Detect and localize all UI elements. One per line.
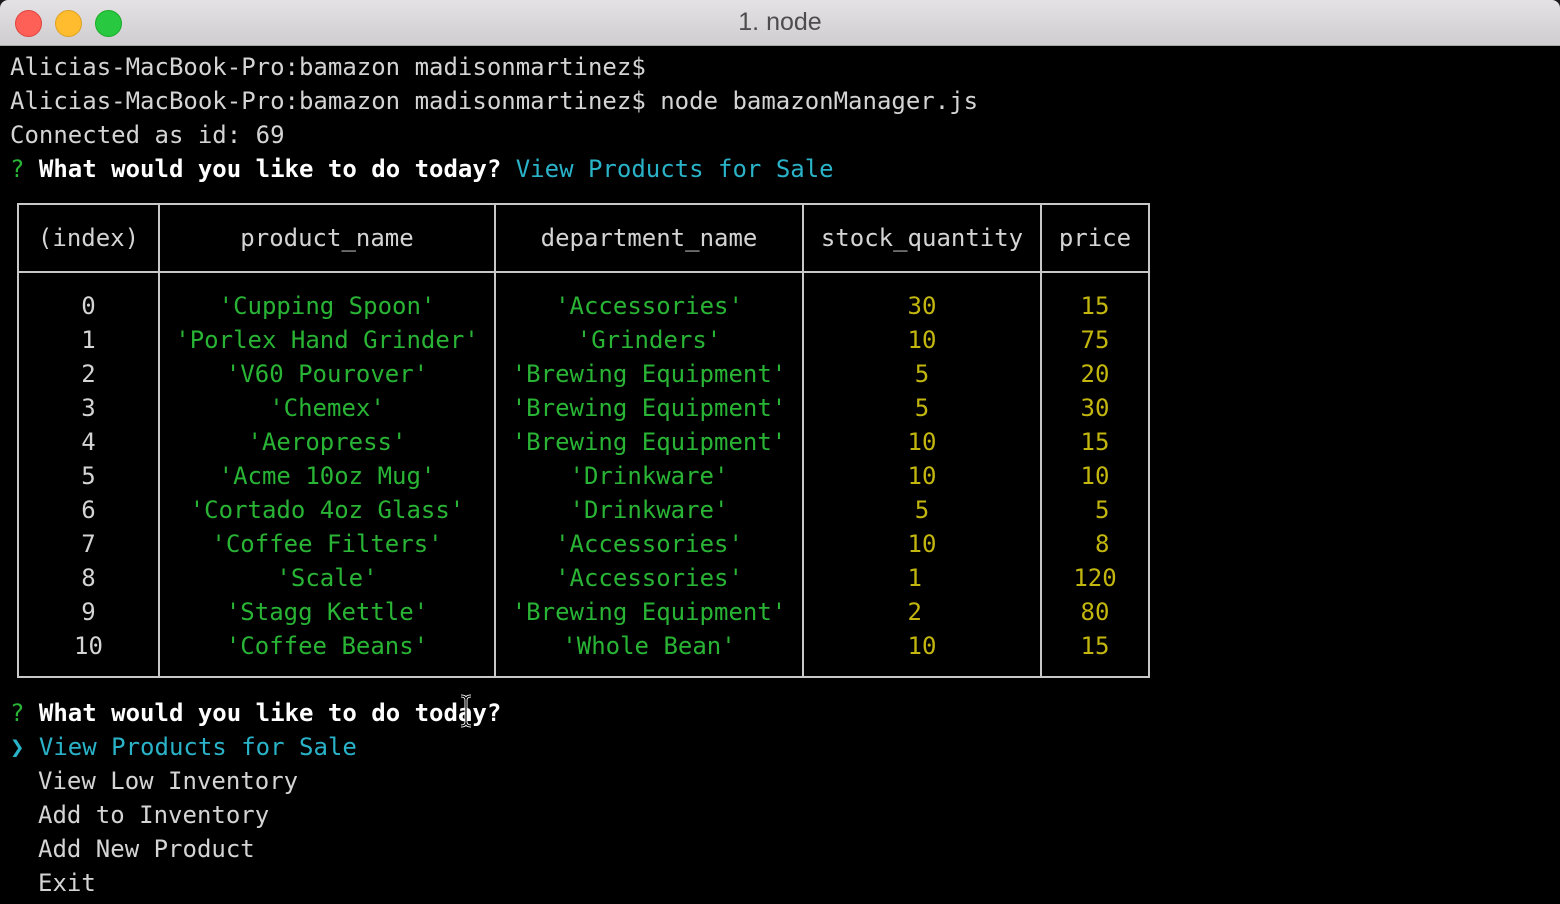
cell-stock-quantity: 5	[914, 496, 930, 524]
cell-stock-quantity: 10	[907, 428, 937, 456]
cell-stock-quantity: 10	[907, 632, 937, 660]
cell-product-name: 'V60 Pourover'	[225, 360, 429, 388]
cell-stock-quantity: 10	[907, 462, 937, 490]
cell-department-name: 'Drinkware'	[569, 496, 729, 524]
cell-stock-quantity: 2	[907, 598, 937, 626]
cell-price: 8	[1080, 530, 1110, 558]
prompt-question: What would you like to do today?	[38, 155, 502, 183]
cell-index: 8	[81, 564, 96, 592]
cell-department-name: 'Brewing Equipment'	[511, 598, 787, 626]
menu-item-view-low-inventory[interactable]: View Low Inventory	[38, 764, 298, 798]
prompt-symbol: ?	[10, 155, 25, 183]
cell-stock-quantity: 30	[907, 292, 937, 320]
cell-stock-quantity: 10	[907, 326, 937, 354]
prompt-question: What would you like to do today?	[38, 699, 502, 727]
cell-department-name: 'Accessories'	[555, 292, 743, 320]
menu-item-add-new-product[interactable]: Add New Product	[38, 832, 255, 866]
cell-department-name: 'Grinders'	[576, 326, 722, 354]
cell-index: 5	[81, 462, 96, 490]
cell-product-name: 'Aeropress'	[247, 428, 407, 456]
cell-department-name: 'Accessories'	[555, 530, 743, 558]
cell-index: 9	[81, 598, 96, 626]
cell-product-name: 'Acme 10oz Mug'	[218, 462, 436, 490]
menu-item-add-to-inventory[interactable]: Add to Inventory	[38, 798, 269, 832]
cell-product-name: 'Cortado 4oz Glass'	[189, 496, 465, 524]
products-table: (index) product_name department_name sto…	[17, 203, 1150, 678]
menu-item-exit[interactable]: Exit	[38, 866, 96, 900]
cell-department-name: 'Brewing Equipment'	[511, 394, 787, 422]
cell-stock-quantity: 10	[907, 530, 937, 558]
window-title: 1. node	[738, 8, 822, 36]
header-product-name: product_name	[240, 224, 414, 252]
cell-product-name: 'Porlex Hand Grinder'	[175, 326, 479, 354]
title-bar[interactable]: 1. node	[0, 0, 1560, 46]
selection-pointer-icon: ❯	[10, 733, 25, 761]
header-index: (index)	[37, 224, 140, 252]
cell-department-name: 'Brewing Equipment'	[511, 428, 787, 456]
prompt-answer: View Products for Sale	[515, 155, 834, 183]
terminal-window: 1. node Alicias-MacBook-Pro:bamazon madi…	[0, 0, 1560, 904]
cell-price: 120	[1073, 564, 1117, 592]
cell-price: 20	[1080, 360, 1110, 388]
cell-department-name: 'Whole Bean'	[562, 632, 736, 660]
cell-department-name: 'Drinkware'	[569, 462, 729, 490]
prompt-symbol: ?	[10, 699, 25, 727]
cell-index: 0	[81, 292, 96, 320]
cell-stock-quantity: 5	[914, 360, 930, 388]
answered-prompt: ? What would you like to do today? View …	[10, 152, 834, 186]
shell-command-line: Alicias-MacBook-Pro:bamazon madisonmarti…	[10, 87, 979, 115]
header-department-name: department_name	[540, 224, 758, 252]
text-cursor-icon	[460, 694, 472, 728]
cell-price: 30	[1080, 394, 1110, 422]
header-stock-quantity: stock_quantity	[820, 224, 1024, 252]
header-price: price	[1058, 224, 1132, 252]
cell-price: 15	[1080, 428, 1110, 456]
cell-product-name: 'Coffee Beans'	[225, 632, 429, 660]
cell-index: 6	[81, 496, 96, 524]
cell-price: 75	[1080, 326, 1110, 354]
cell-index: 4	[81, 428, 96, 456]
cell-product-name: 'Chemex'	[269, 394, 385, 422]
cell-index: 1	[81, 326, 96, 354]
cell-product-name: 'Coffee Filters'	[211, 530, 443, 558]
shell-line: Alicias-MacBook-Pro:bamazon madisonmarti…	[10, 53, 646, 81]
header-divider	[19, 271, 1148, 273]
cell-stock-quantity: 1	[907, 564, 937, 592]
cell-price: 10	[1080, 462, 1110, 490]
active-prompt: ? What would you like to do today?	[10, 696, 501, 730]
cell-price: 80	[1080, 598, 1110, 626]
cell-price: 15	[1080, 292, 1110, 320]
cell-index: 10	[74, 632, 103, 660]
menu-item-label: View Products for Sale	[38, 733, 357, 761]
connection-status: Connected as id: 69	[10, 121, 285, 149]
cell-price: 5	[1080, 496, 1110, 524]
cell-index: 3	[81, 394, 96, 422]
cell-product-name: 'Stagg Kettle'	[225, 598, 429, 626]
cell-price: 15	[1080, 632, 1110, 660]
cell-department-name: 'Accessories'	[555, 564, 743, 592]
cell-stock-quantity: 5	[914, 394, 930, 422]
cell-product-name: 'Scale'	[276, 564, 378, 592]
cell-department-name: 'Brewing Equipment'	[511, 360, 787, 388]
menu-item-view-products[interactable]: ❯ View Products for Sale	[10, 730, 357, 764]
cell-product-name: 'Cupping Spoon'	[218, 292, 436, 320]
cell-index: 7	[81, 530, 96, 558]
cell-index: 2	[81, 360, 96, 388]
terminal-output[interactable]: Alicias-MacBook-Pro:bamazon madisonmarti…	[10, 50, 1560, 904]
